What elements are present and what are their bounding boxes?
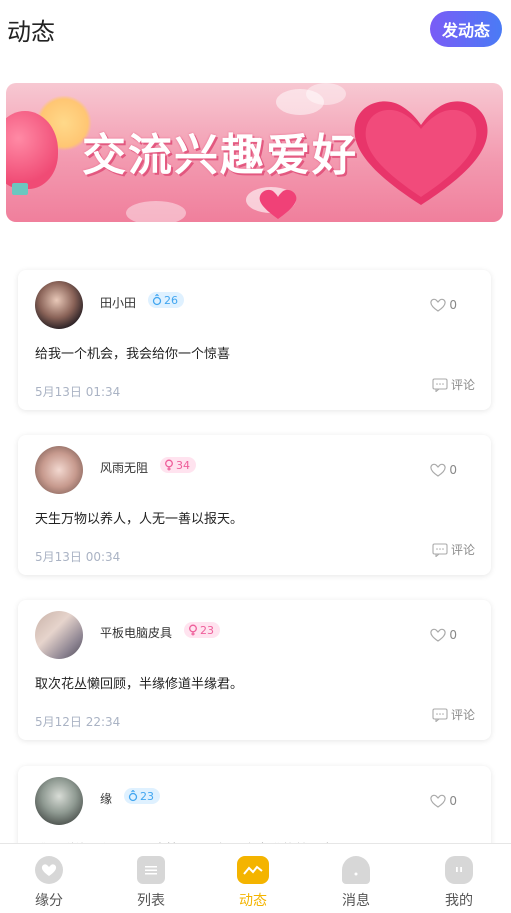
post-card[interactable]: 风雨无阻 34 0 天生万物以养人，人无一善以报天。 5月13日 00:34 评… xyxy=(18,435,491,575)
bottom-tab-bar: 缘分 列表 动态 消息 我的 xyxy=(0,843,511,913)
comment-icon xyxy=(432,707,448,722)
gender-age-badge: 34 xyxy=(160,457,196,473)
badge-number: 26 xyxy=(164,293,178,307)
avatar[interactable] xyxy=(35,611,83,659)
badge-number: 23 xyxy=(200,623,214,637)
like-count: 0 xyxy=(449,628,457,642)
tab-label: 动态 xyxy=(239,893,267,909)
gender-age-badge: 26 xyxy=(148,292,184,308)
small-heart-icon xyxy=(259,189,297,219)
tab-messages[interactable]: 消息 xyxy=(326,856,386,910)
comment-label: 评论 xyxy=(450,543,475,557)
comment-button[interactable]: 评论 xyxy=(432,376,475,393)
cloud-decoration xyxy=(126,201,186,222)
post-content: 给我一个机会，我会给你一个惊喜 xyxy=(35,347,231,362)
post-time: 5月12日 22:34 xyxy=(35,715,121,729)
male-icon xyxy=(152,294,162,306)
heart-outline-icon xyxy=(430,794,447,808)
like-count: 0 xyxy=(449,794,457,808)
username[interactable]: 田小田 xyxy=(100,294,136,311)
post-card[interactable]: 平板电脑皮具 23 0 取次花丛懒回顾，半缘修道半缘君。 5月12日 22:34… xyxy=(18,600,491,740)
tab-list[interactable]: 列表 xyxy=(121,856,181,910)
balloon-basket-decoration xyxy=(12,183,28,195)
heart-outline-icon xyxy=(430,628,447,642)
avatar[interactable] xyxy=(35,777,83,825)
female-icon xyxy=(189,624,197,636)
header: 动态 发动态 xyxy=(0,0,511,60)
post-time: 5月13日 01:34 xyxy=(35,385,121,399)
bell-icon xyxy=(342,856,370,884)
comment-icon xyxy=(432,542,448,557)
post-time: 5月13日 00:34 xyxy=(35,550,121,564)
gender-age-badge: 23 xyxy=(124,788,160,804)
comment-button[interactable]: 评论 xyxy=(432,541,475,558)
moments-icon xyxy=(237,856,269,884)
tab-label: 缘分 xyxy=(35,893,63,909)
banner[interactable]: 交流兴趣爱好 xyxy=(6,83,503,222)
female-icon xyxy=(165,459,173,471)
like-count: 0 xyxy=(449,463,457,477)
tab-label: 消息 xyxy=(342,893,370,909)
avatar[interactable] xyxy=(35,281,83,329)
heart-outline-icon xyxy=(430,463,447,477)
username[interactable]: 风雨无阻 xyxy=(100,459,148,476)
comment-label: 评论 xyxy=(450,378,475,392)
badge-number: 23 xyxy=(140,789,154,803)
like-button[interactable]: 0 xyxy=(430,298,457,312)
username[interactable]: 平板电脑皮具 xyxy=(100,624,172,641)
like-count: 0 xyxy=(449,298,457,312)
tab-yuanfen[interactable]: 缘分 xyxy=(19,856,79,910)
page-title: 动态 xyxy=(7,18,55,46)
post-card[interactable]: 田小田 26 0 给我一个机会，我会给你一个惊喜 5月13日 01:34 评论 xyxy=(18,270,491,410)
username[interactable]: 缘 xyxy=(100,790,112,807)
tab-moments[interactable]: 动态 xyxy=(223,856,283,910)
male-icon xyxy=(128,790,138,802)
heart-icon xyxy=(35,856,63,884)
app-screen: 动态 发动态 交流兴趣爱好 田小田 26 0 给我一个机会，我会给你一个惊喜 5… xyxy=(0,0,511,913)
like-button[interactable]: 0 xyxy=(430,794,457,808)
like-button[interactable]: 0 xyxy=(430,628,457,642)
list-icon xyxy=(137,856,165,884)
tab-label: 我的 xyxy=(445,893,473,909)
heart-outline-icon xyxy=(430,298,447,312)
post-moment-button[interactable]: 发动态 xyxy=(430,11,502,47)
comment-button[interactable]: 评论 xyxy=(432,706,475,723)
post-content: 取次花丛懒回顾，半缘修道半缘君。 xyxy=(35,677,244,692)
tab-profile[interactable]: 我的 xyxy=(429,856,489,910)
heart-cluster-decoration xyxy=(354,101,488,205)
comment-label: 评论 xyxy=(450,708,475,722)
banner-slogan: 交流兴趣爱好 xyxy=(82,130,358,181)
comment-icon xyxy=(432,377,448,392)
cloud-decoration xyxy=(306,83,346,105)
post-content: 天生万物以养人，人无一善以报天。 xyxy=(35,512,244,527)
badge-number: 34 xyxy=(176,458,190,472)
profile-icon xyxy=(445,856,473,884)
avatar[interactable] xyxy=(35,446,83,494)
tab-label: 列表 xyxy=(137,893,165,909)
gender-age-badge: 23 xyxy=(184,622,220,638)
like-button[interactable]: 0 xyxy=(430,463,457,477)
